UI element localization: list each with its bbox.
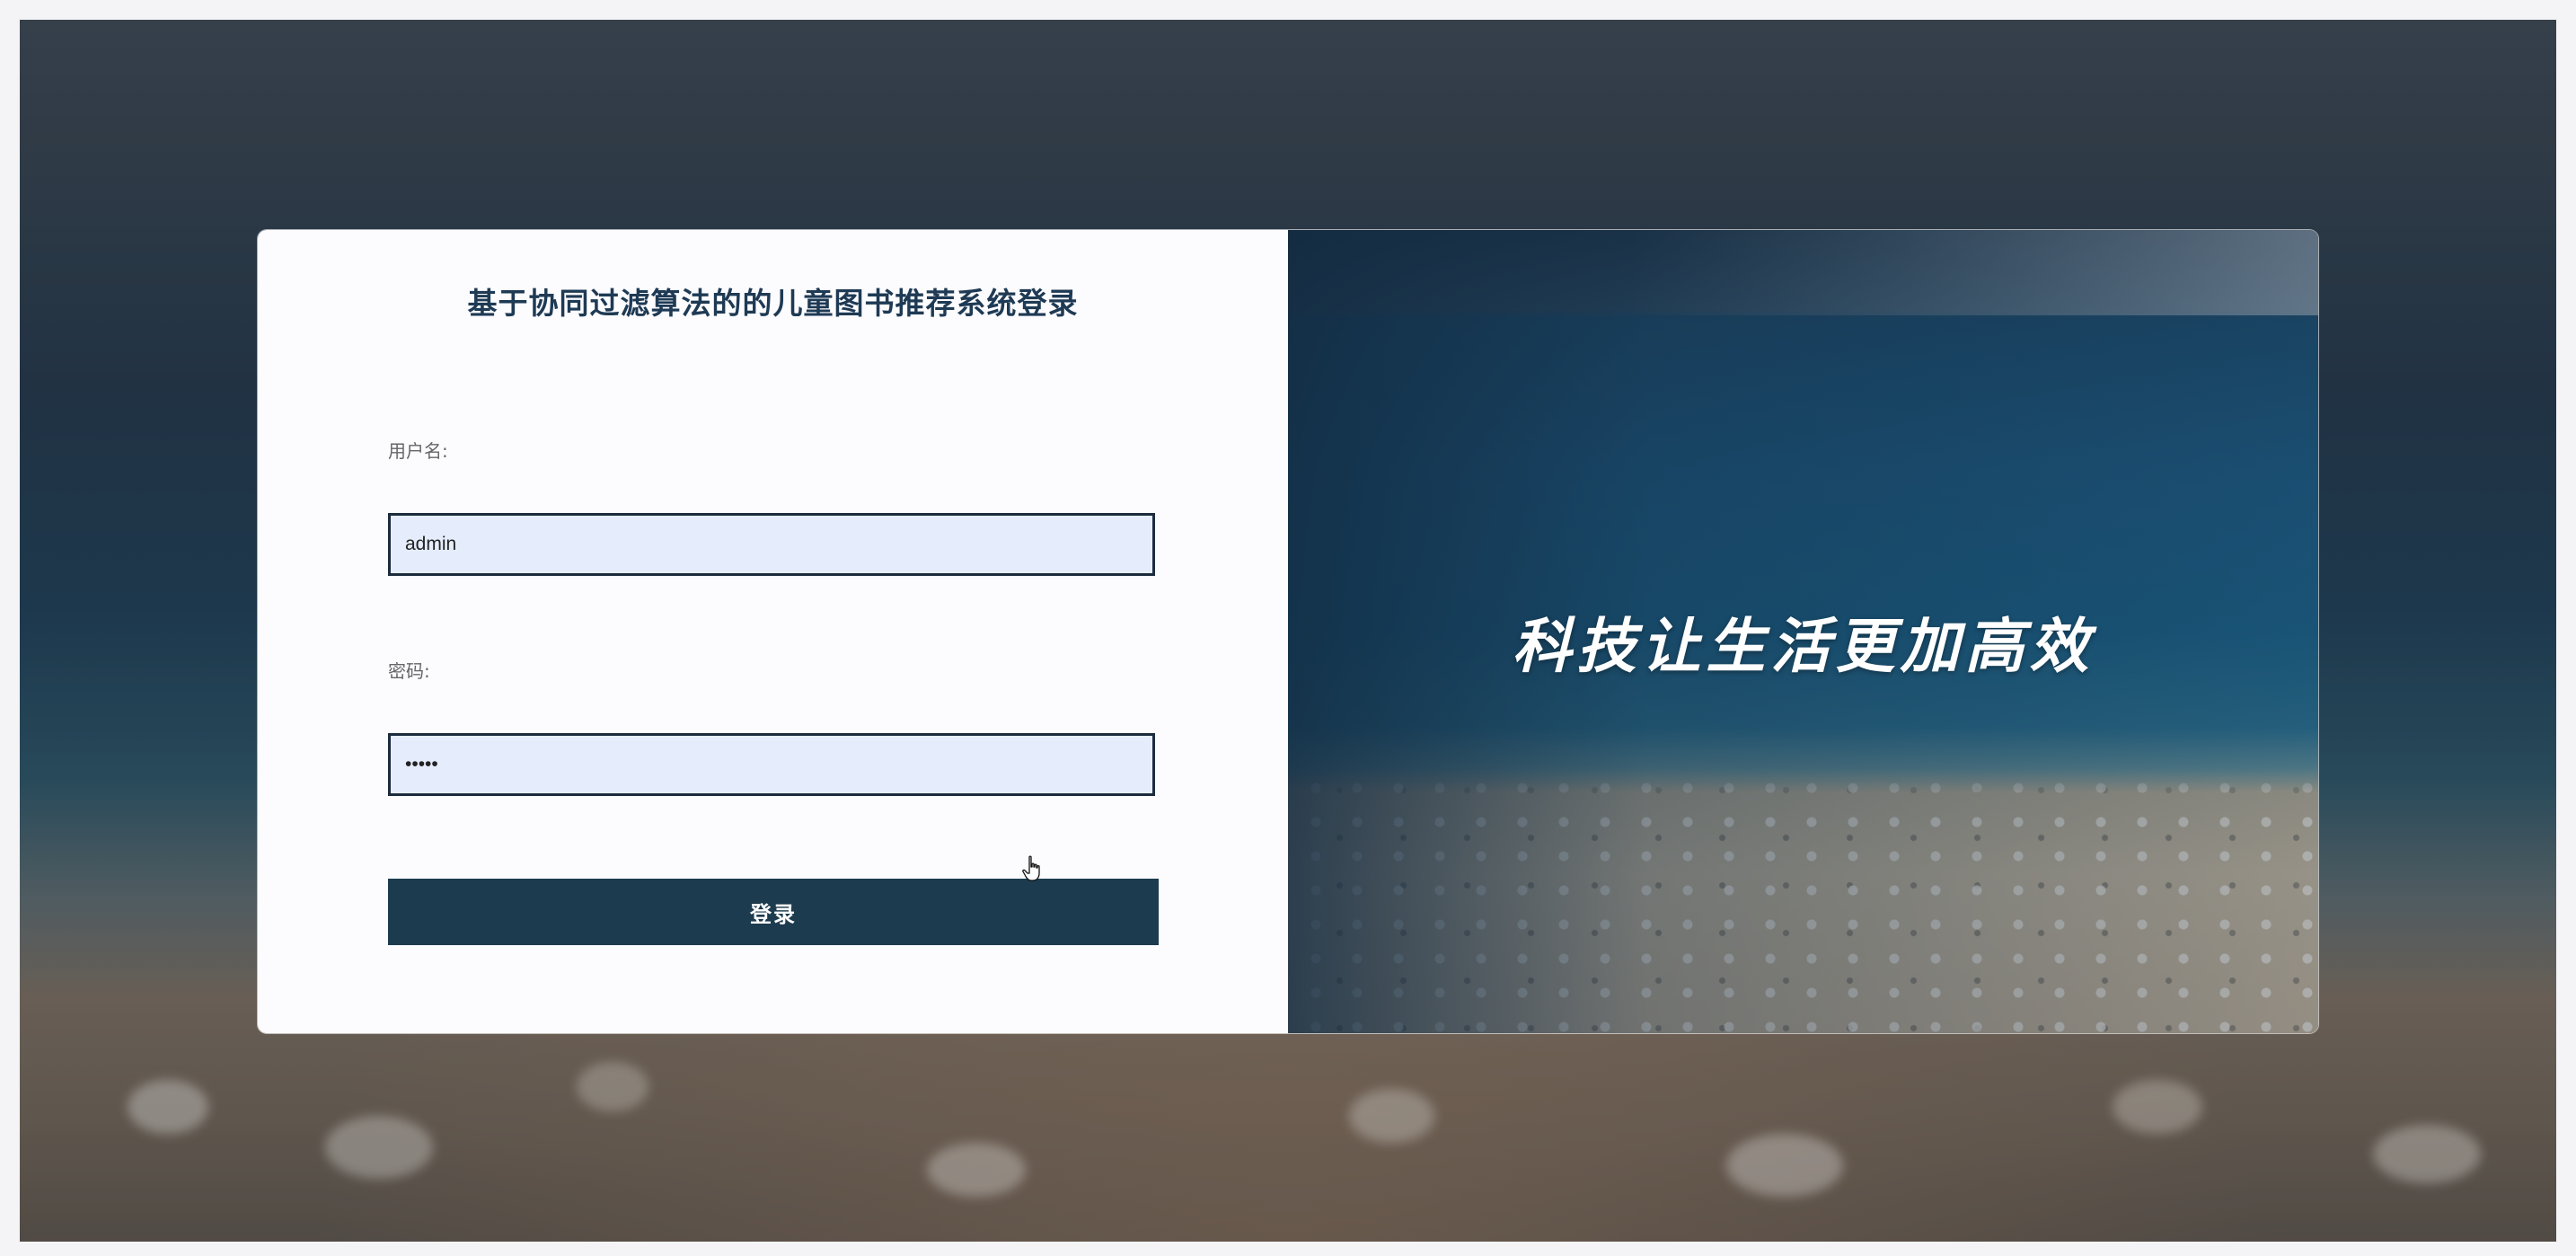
hand-pointer-icon xyxy=(1022,855,1040,881)
banner-panel: 科技让生活更加高效 xyxy=(1288,230,2318,1033)
login-card: 基于协同过滤算法的的儿童图书推荐系统登录 用户名: 密码: 登录 科技让生活更加… xyxy=(258,230,2318,1033)
banner-slogan: 科技让生活更加高效 xyxy=(1512,612,2095,681)
username-input[interactable] xyxy=(388,513,1155,576)
login-form-panel: 基于协同过滤算法的的儿童图书推荐系统登录 用户名: 密码: 登录 xyxy=(258,230,1288,1033)
login-button[interactable]: 登录 xyxy=(388,879,1159,945)
page-title: 基于协同过滤算法的的儿童图书推荐系统登录 xyxy=(467,286,1079,321)
password-input[interactable] xyxy=(388,733,1155,796)
password-label: 密码: xyxy=(388,660,430,682)
username-label: 用户名: xyxy=(388,440,448,462)
